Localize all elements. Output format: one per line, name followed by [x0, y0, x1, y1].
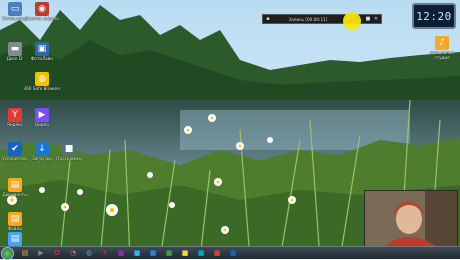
- desktop-icon-label: 360 Safe Browser: [23, 86, 61, 91]
- taskbar-item-explorer[interactable]: ▤: [18, 248, 32, 259]
- desktop-icon-label: Программы: [56, 156, 82, 161]
- desktop-icon-app-blue-2[interactable]: ↓ Загрузки: [28, 142, 56, 162]
- desktop-icon-label: ФотоЛайн: [30, 56, 54, 61]
- desktop-icon-disk-d[interactable]: ▬ Диск D:: [1, 42, 29, 62]
- desktop-icon-label: Файлы: [7, 226, 23, 231]
- folder-icon: ▤: [8, 232, 22, 246]
- video-icon: ▶: [35, 108, 49, 122]
- desktop-icon-label: музыкальн студия: [429, 50, 455, 60]
- taskbar-item-app-10[interactable]: ■: [162, 248, 176, 259]
- desktop-icon-yandex[interactable]: Y Яндекс: [1, 108, 29, 128]
- taskbar-item-app-12[interactable]: ■: [194, 248, 208, 259]
- globe-icon: ◍: [35, 72, 49, 86]
- start-button[interactable]: [1, 246, 14, 260]
- cursor-highlight: [343, 12, 361, 30]
- close-icon[interactable]: ✕: [373, 16, 379, 22]
- photo-icon: ▣: [35, 42, 49, 56]
- taskbar-item-firefox[interactable]: ◔: [66, 248, 80, 259]
- desktop-icon-quick-snapshot[interactable]: ◉ Снимок экрана: [25, 2, 59, 22]
- yandex-icon: Y: [8, 108, 22, 122]
- screen-recorder-toolbar[interactable]: ▪ Запись [00:00:11] ✎ ■ ✕: [262, 14, 382, 24]
- app-icon: ■: [62, 142, 76, 156]
- desktop-icon-label: Загрузки: [31, 156, 53, 161]
- computer-icon: ▭: [8, 2, 22, 16]
- taskbar-item-app-9[interactable]: ■: [146, 248, 160, 259]
- taskbar-item-app-7[interactable]: ■: [114, 248, 128, 259]
- taskbar: ▤ ▶ O ◔ ◍ Y ■ ■ ■ ■ ■ ■ ■ ■: [0, 246, 460, 260]
- record-indicator-icon: ▪: [266, 16, 270, 22]
- desktop-icon-music-studio[interactable]: ♪ музыкальн студия: [428, 36, 456, 60]
- recorder-title: Запись [00:00:11]: [288, 16, 328, 22]
- desktop-icon-folder-1[interactable]: ▤ Документы: [1, 178, 29, 198]
- desktop-icon-label: Снимок экрана: [25, 16, 59, 21]
- desktop-icon-360-browser[interactable]: ◍ 360 Safe Browser: [24, 72, 60, 92]
- webcam-person-image: [365, 191, 457, 247]
- desktop-icon-label: Документы: [2, 192, 28, 197]
- drive-icon: ▬: [8, 42, 22, 56]
- folder-icon: ▤: [8, 178, 22, 192]
- taskbar-item-yandex[interactable]: Y: [98, 248, 112, 259]
- taskbar-item-opera[interactable]: O: [50, 248, 64, 259]
- desktop-icon-app-blue-1[interactable]: ✔ Ускоритель: [1, 142, 29, 162]
- music-folder-icon: ♪: [435, 36, 449, 50]
- desktop-icon-label: Видео: [35, 122, 49, 127]
- taskbar-item-browser[interactable]: ◍: [82, 248, 96, 259]
- camera-icon: ◉: [35, 2, 49, 16]
- taskbar-item-media[interactable]: ▶: [34, 248, 48, 259]
- taskbar-item-app-14[interactable]: ■: [226, 248, 240, 259]
- desktop-icon-label: Компьютер: [2, 16, 28, 21]
- taskbar-item-app-11[interactable]: ■: [178, 248, 192, 259]
- taskbar-item-app-13[interactable]: ■: [210, 248, 224, 259]
- desktop-icon-app-gray[interactable]: ■ Программы: [55, 142, 83, 162]
- gear-icon: ✔: [8, 142, 22, 156]
- folder-icon: ▤: [8, 212, 22, 226]
- camera-icon[interactable]: ■: [365, 16, 371, 22]
- desktop-icon-label: Диск D:: [6, 56, 24, 61]
- download-icon: ↓: [35, 142, 49, 156]
- desktop-icon-video-app[interactable]: ▶ Видео: [28, 108, 56, 128]
- webcam-overlay: [364, 190, 458, 248]
- desktop-icon-photo-app[interactable]: ▣ ФотоЛайн: [28, 42, 56, 62]
- clock-gadget[interactable]: 12:20: [412, 3, 456, 29]
- desktop-icon-label: Ускоритель: [2, 156, 28, 161]
- desktop-icon-label: Яндекс: [7, 122, 23, 127]
- desktop-icon-folder-2[interactable]: ▤ Файлы: [1, 212, 29, 232]
- clock-time: 12:20: [416, 9, 452, 23]
- taskbar-item-app-8[interactable]: ■: [130, 248, 144, 259]
